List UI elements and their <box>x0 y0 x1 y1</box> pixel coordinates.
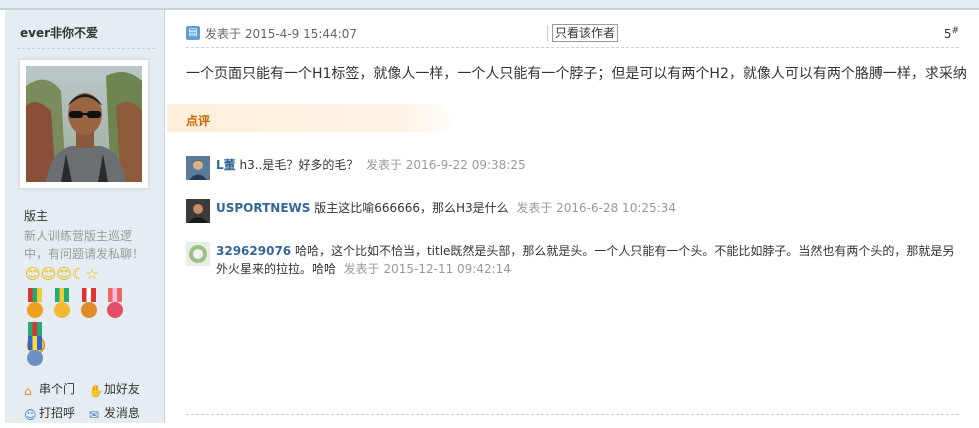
post-time: 发表于 2015-4-9 15:44:07 <box>205 27 357 41</box>
comment-text: 329629076 哈哈，这个比如不恰当，title既然是头部，那么就是头。一个… <box>216 242 966 278</box>
poke-link[interactable]: ☺ 打招呼 <box>24 404 75 422</box>
divider <box>17 48 155 49</box>
level-smiley-icons: 😊😊😊☾☆ <box>25 265 99 283</box>
post-header: ▤ 发表于 2015-4-9 15:44:07 只看该作者 5# <box>186 24 959 44</box>
post-body: 一个页面只能有一个H1标签，就像人一样，一个人只能有一个脖子；但是可以有两个H2… <box>186 66 967 82</box>
comment-time: 发表于 2016-6-28 10:25:34 <box>516 201 676 215</box>
author-group-title[interactable]: 版主 <box>24 207 48 224</box>
medal-icon[interactable] <box>25 336 45 370</box>
rate-section-label: 点评 <box>186 114 211 128</box>
separator <box>547 25 548 41</box>
author-group-desc: 新人训练营版主巡逻中，有问题请发私聊！ <box>24 229 145 261</box>
author-sidebar: ever非你不爱 版主 新人训练营版主巡逻中，有问题请发私聊！ 😊😊😊☾☆ ⌂ … <box>5 10 165 423</box>
post-bottom-divider <box>186 414 959 415</box>
commenter-name[interactable]: USPORTNEWS <box>216 201 310 215</box>
visit-link[interactable]: ⌂ 串个门 <box>24 380 75 398</box>
commenter-avatar[interactable] <box>186 156 210 180</box>
floor-number[interactable]: 5# <box>944 26 959 41</box>
post-online-icon: ▤ <box>186 26 200 40</box>
comment-text: L董 h3..是毛？好多的毛？ 发表于 2016-9-22 09:38:25 <box>216 156 966 174</box>
medal-icon[interactable] <box>79 288 99 322</box>
floor-mark: # <box>951 26 959 36</box>
mail-icon: ✉ <box>88 408 99 422</box>
add-friend-link[interactable]: ✋加好友 <box>89 380 140 398</box>
comment-text: USPORTNEWS 版主这比喻666666，那么H3是什么 发表于 2016-… <box>216 199 966 217</box>
medal-icon[interactable] <box>105 288 125 322</box>
link-label: 发消息 <box>103 406 140 420</box>
home-icon: ⌂ <box>24 384 32 398</box>
link-label: 加好友 <box>103 382 140 396</box>
commenter-name[interactable]: 329629076 <box>216 244 291 258</box>
author-name[interactable]: ever非你不爱 <box>20 24 98 41</box>
commenter-avatar[interactable] <box>186 199 210 223</box>
author-avatar[interactable] <box>26 66 142 182</box>
top-border <box>0 0 979 8</box>
post-divider <box>186 47 959 48</box>
comment-message: 哈哈，这个比如不恰当，title既然是头部，那么就是头。一个人只能有一个头。不能… <box>216 244 955 276</box>
send-message-link[interactable]: ✉ 发消息 <box>89 404 140 422</box>
comment-time: 发表于 2015-12-11 09:42:14 <box>343 262 511 276</box>
medal-list-row2 <box>25 336 48 370</box>
only-author-link[interactable]: 只看该作者 <box>552 24 619 42</box>
author-avatar-frame[interactable] <box>19 59 149 189</box>
link-label: 串个门 <box>39 382 76 396</box>
author-level-icons: 😊😊😊☾☆ <box>25 265 99 283</box>
author-action-links: ⌂ 串个门 ✋加好友 ☺ 打招呼 ✉ 发消息 <box>24 380 164 428</box>
link-label: 打招呼 <box>39 406 76 420</box>
comment-time: 发表于 2016-9-22 09:38:25 <box>365 158 526 172</box>
handshake-icon: ✋ <box>88 384 104 398</box>
commenter-avatar[interactable] <box>186 242 210 266</box>
comment-message: h3..是毛？好多的毛？ <box>235 158 359 172</box>
rate-section-tab <box>167 104 462 132</box>
user-wave-icon: ☺ <box>24 408 37 422</box>
medal-icon[interactable] <box>25 288 45 322</box>
commenter-name[interactable]: L董 <box>216 158 236 172</box>
comment-message: 版主这比喻666666，那么H3是什么 <box>310 201 509 215</box>
medal-icon[interactable] <box>52 288 72 322</box>
